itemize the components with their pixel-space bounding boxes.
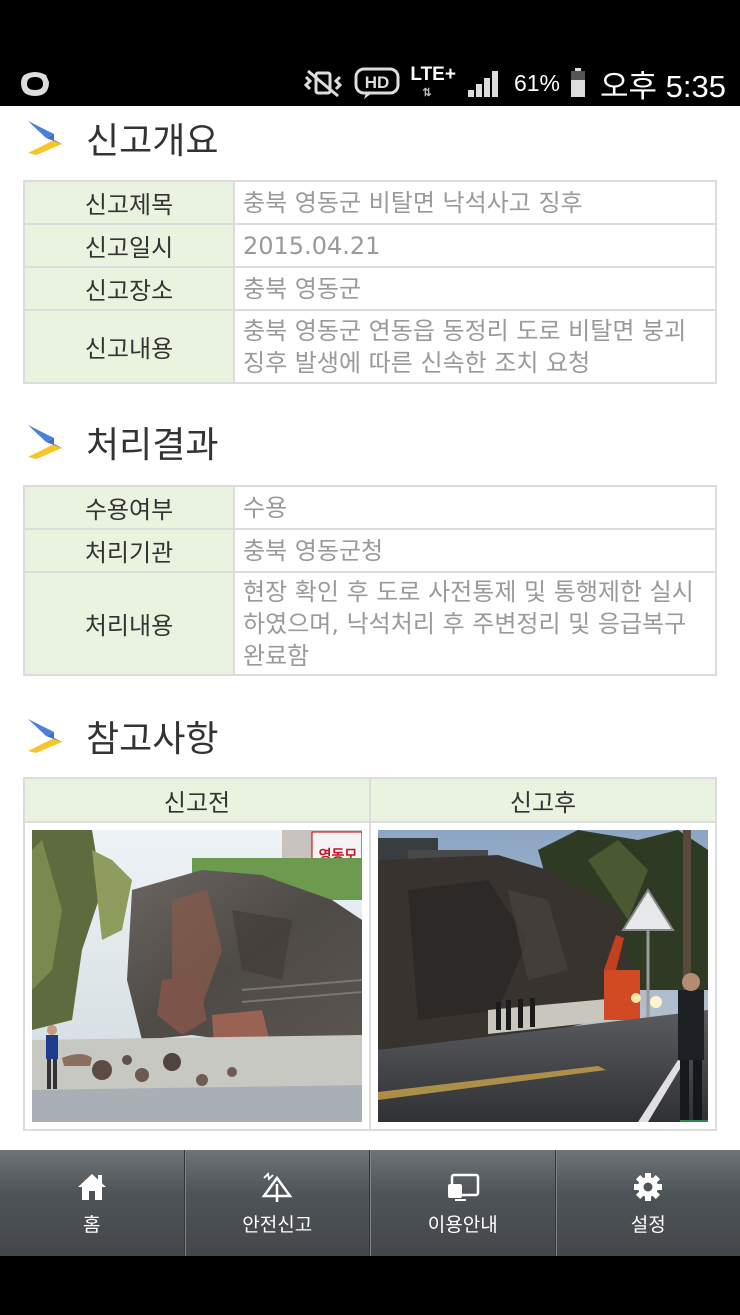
table-row: 신고전 신고후 (23, 777, 717, 823)
after-photo[interactable] (378, 830, 708, 1122)
row-key: 신고제목 (23, 180, 235, 225)
nav-home-label: 홈 (83, 1213, 101, 1236)
row-key: 처리기관 (23, 528, 235, 573)
bottom-navigation: 홈 안전신고 이용안내 설정 (0, 1150, 740, 1256)
carrier-logo-icon (21, 72, 49, 96)
nav-settings[interactable]: 설정 (555, 1150, 740, 1256)
guide-icon (447, 1173, 479, 1201)
network-label: LTE+ (410, 64, 456, 85)
before-label: 신고전 (23, 777, 371, 823)
nav-guide-label: 이용안내 (427, 1213, 498, 1236)
vibrate-mute-icon (304, 69, 343, 98)
status-bar: HD LTE+ ⇅ 61% 오후 5:35 (0, 0, 740, 106)
table-row: 신고장소 충북 영동군 (23, 266, 717, 311)
signal-strength-icon (467, 71, 498, 97)
hd-label: HD (365, 73, 390, 92)
nav-safety-report[interactable]: 안전신고 (184, 1150, 370, 1256)
report-overview-table: 신고제목 충북 영동군 비탈면 낙석사고 징후 신고일시 2015.04.21 … (23, 180, 717, 384)
reference-photo-table: 신고전 신고후 영동모 (23, 777, 717, 1131)
row-key: 신고내용 (23, 309, 235, 384)
table-row: 수용여부 수용 (23, 485, 717, 530)
section-title: 처리결과 (86, 425, 219, 466)
table-row: 신고일시 2015.04.21 (23, 223, 717, 268)
chevron-bullet-icon (28, 121, 62, 155)
table-row: 처리기관 충북 영동군청 (23, 528, 717, 573)
home-icon (77, 1173, 106, 1200)
row-value: 2015.04.21 (233, 223, 717, 268)
hd-voice-icon: HD (354, 67, 400, 99)
row-value: 충북 영동군 연동읍 동정리 도로 비탈면 붕괴징후 발생에 따른 신속한 조치… (233, 309, 717, 384)
chevron-bullet-icon (28, 719, 62, 753)
section-result-header: 처리결과 (24, 412, 218, 472)
row-value: 충북 영동군청 (233, 528, 717, 573)
report-detail-content[interactable]: 신고개요 신고제목 충북 영동군 비탈면 낙석사고 징후 신고일시 2015.0… (0, 106, 740, 1150)
after-photo-cell (369, 821, 717, 1131)
row-value: 충북 영동군 비탈면 낙석사고 징후 (233, 180, 717, 225)
row-key: 신고장소 (23, 266, 235, 311)
nav-settings-label: 설정 (630, 1213, 666, 1236)
data-activity-icon: ⇅ (422, 87, 432, 99)
before-photo-cell: 영동모 (23, 821, 371, 1131)
settings-icon (634, 1172, 663, 1201)
battery-percent: 61% (513, 69, 560, 96)
system-nav-area (0, 1256, 740, 1315)
battery-icon (571, 68, 585, 97)
section-title: 참고사항 (86, 719, 219, 760)
table-row: 영동모 (23, 821, 717, 1131)
result-table: 수용여부 수용 처리기관 충북 영동군청 처리내용 현장 확인 후 도로 사전통… (23, 485, 717, 676)
network-type: LTE+ ⇅ (410, 64, 456, 99)
row-key: 신고일시 (23, 223, 235, 268)
section-title: 신고개요 (86, 121, 219, 162)
nav-safety-report-label: 안전신고 (242, 1213, 313, 1236)
after-label: 신고후 (369, 777, 717, 823)
chevron-bullet-icon (28, 425, 62, 459)
section-report-overview-header: 신고개요 (24, 108, 218, 168)
nav-home[interactable]: 홈 (0, 1150, 185, 1256)
before-photo[interactable]: 영동모 (32, 830, 362, 1122)
clock: 오후 5:35 (600, 68, 726, 104)
table-row: 처리내용 현장 확인 후 도로 사전통제 및 통행제한 실시하였으며, 낙석처리… (23, 571, 717, 676)
section-reference-header: 참고사항 (24, 706, 218, 766)
row-key: 수용여부 (23, 485, 235, 530)
row-value: 현장 확인 후 도로 사전통제 및 통행제한 실시하였으며, 낙석처리 후 주변… (233, 571, 717, 676)
table-row: 신고제목 충북 영동군 비탈면 낙석사고 징후 (23, 180, 717, 225)
nav-guide[interactable]: 이용안내 (370, 1150, 556, 1256)
row-value: 충북 영동군 (233, 266, 717, 311)
safety-report-icon (261, 1171, 293, 1202)
row-key: 처리내용 (23, 571, 235, 676)
table-row: 신고내용 충북 영동군 연동읍 동정리 도로 비탈면 붕괴징후 발생에 따른 신… (23, 309, 717, 384)
row-value: 수용 (233, 485, 717, 530)
